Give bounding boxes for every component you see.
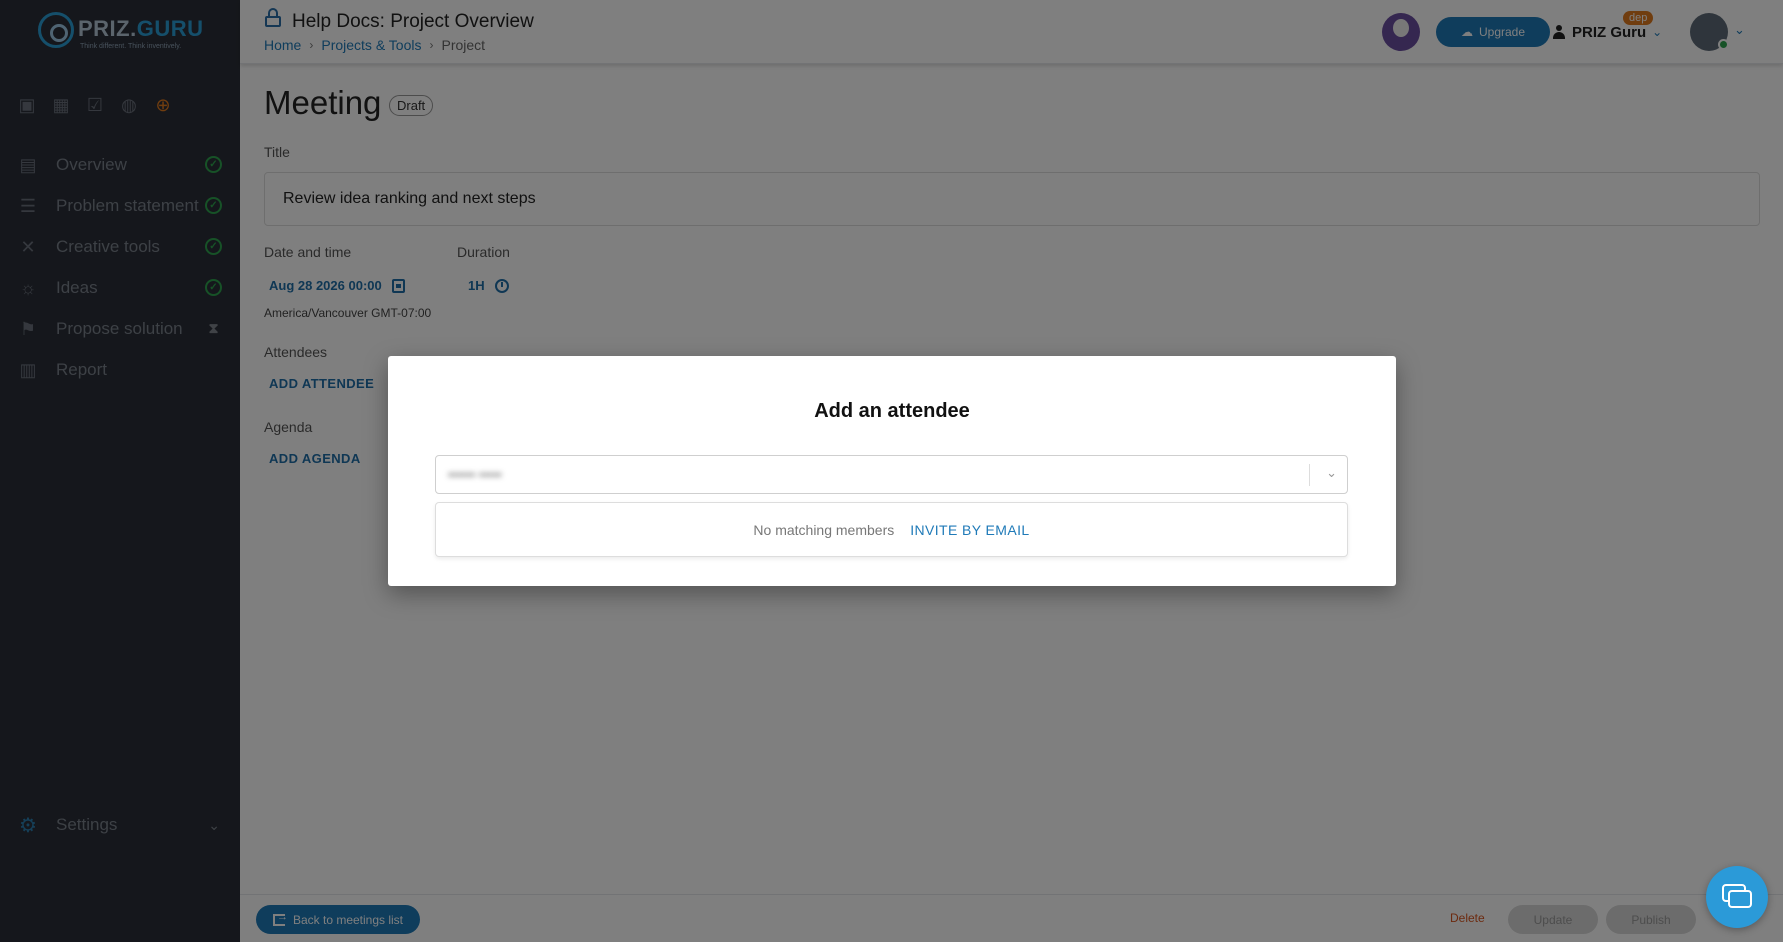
attendee-search-value[interactable]: •••••• ••••• [448, 467, 502, 482]
chevron-down-icon[interactable]: ⌄ [1326, 465, 1337, 481]
add-attendee-dialog: Add an attendee •••••• ••••• ⌄ No matchi… [388, 356, 1396, 586]
invite-by-email-button[interactable]: INVITE BY EMAIL [910, 522, 1029, 538]
chat-support-button[interactable] [1706, 866, 1768, 928]
attendee-select[interactable]: •••••• ••••• ⌄ [435, 455, 1348, 494]
dialog-title: Add an attendee [814, 400, 970, 422]
attendee-options-menu: No matching members INVITE BY EMAIL [435, 502, 1348, 557]
select-divider [1309, 464, 1310, 486]
modal-backdrop[interactable]: Add an attendee •••••• ••••• ⌄ No matchi… [0, 0, 1783, 942]
chat-bubble-front-icon [1728, 890, 1752, 908]
no-match-text: No matching members [753, 521, 895, 538]
